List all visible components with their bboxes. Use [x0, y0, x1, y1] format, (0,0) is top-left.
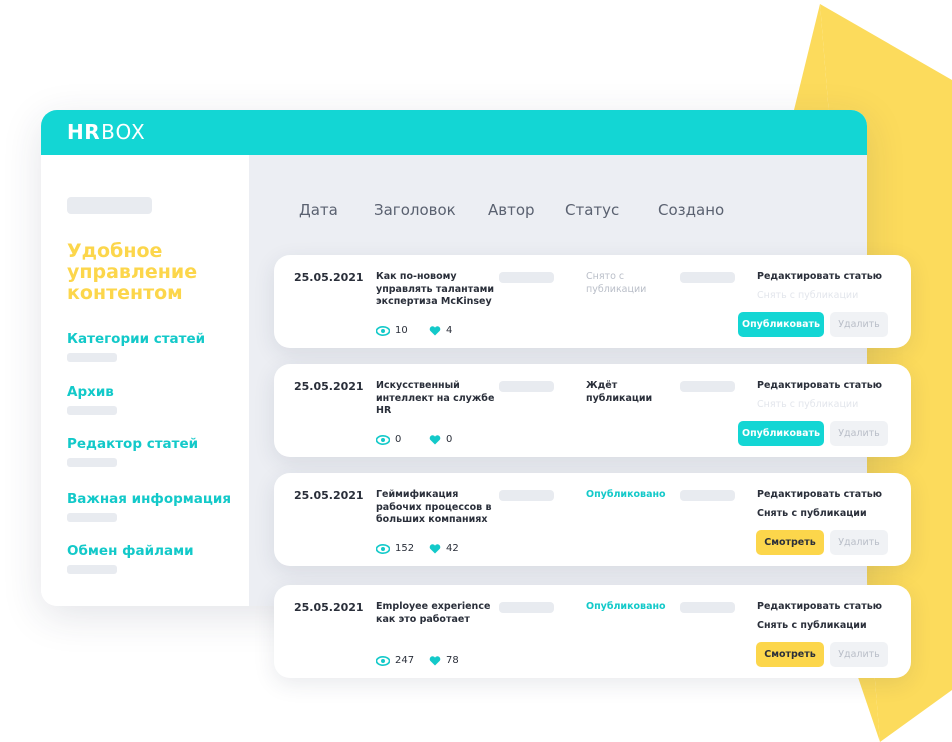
delete-button[interactable]: Удалить — [830, 312, 888, 337]
unpublish-link: Снять с публикации — [757, 290, 859, 301]
top-bar: HR BOX — [41, 110, 867, 155]
row-status: Опубликовано — [586, 489, 666, 500]
table-row: 25.05.2021 Как по-новому управлять талан… — [274, 255, 911, 348]
sidebar-item-categories[interactable]: Категории статей — [67, 331, 205, 347]
sidebar-item-placeholder — [67, 406, 117, 415]
unpublish-link[interactable]: Снять с публикации — [757, 620, 867, 631]
row-status: Ждёт публикации — [586, 380, 653, 404]
row-title[interactable]: Как по-новому управлять талантами экспер… — [376, 271, 501, 309]
delete-button[interactable]: Удалить — [830, 421, 888, 446]
likes-count: 42 — [446, 543, 459, 554]
edit-article-link[interactable]: Редактировать статью — [757, 271, 882, 282]
author-placeholder — [499, 381, 554, 392]
likes-count: 0 — [446, 434, 453, 445]
views-count: 247 — [395, 655, 415, 666]
heart-icon — [429, 655, 441, 665]
row-title[interactable]: Employee experience как это работает — [376, 601, 501, 626]
author-placeholder — [499, 602, 554, 613]
column-header-created[interactable]: Создано — [658, 201, 724, 219]
heart-icon — [429, 543, 441, 553]
views-count: 10 — [395, 325, 408, 336]
delete-button[interactable]: Удалить — [830, 530, 888, 555]
sidebar-item-important-info[interactable]: Важная информация — [67, 491, 231, 507]
edit-article-link[interactable]: Редактировать статью — [757, 489, 882, 500]
row-title[interactable]: Геймификация рабочих процессов в больших… — [376, 489, 501, 527]
created-placeholder — [680, 490, 735, 501]
views-stat: 247 — [376, 655, 414, 666]
eye-icon — [376, 325, 390, 336]
logo-box-text: BOX — [101, 120, 146, 144]
column-header-author[interactable]: Автор — [488, 201, 535, 219]
edit-article-link[interactable]: Редактировать статью — [757, 601, 882, 612]
logo-hr-text: HR — [67, 120, 101, 144]
likes-stat: 78 — [429, 655, 459, 666]
eye-icon — [376, 434, 390, 445]
sidebar-item-placeholder — [67, 513, 117, 522]
row-status: Снято с публикации — [586, 271, 647, 295]
created-placeholder — [680, 381, 735, 392]
sidebar-item-placeholder — [67, 565, 117, 574]
eye-icon — [376, 543, 390, 554]
publish-button[interactable]: Опубликовать — [738, 312, 824, 337]
sidebar-item-file-exchange[interactable]: Обмен файлами — [67, 543, 194, 559]
edit-article-link[interactable]: Редактировать статью — [757, 380, 882, 391]
sidebar-item-archive[interactable]: Архив — [67, 384, 114, 400]
row-date: 25.05.2021 — [294, 489, 364, 502]
author-placeholder — [499, 490, 554, 501]
unpublish-link: Снять с публикации — [757, 399, 859, 410]
table-row: 25.05.2021 Employee experience как это р… — [274, 585, 911, 678]
views-stat: 0 — [376, 434, 401, 445]
row-date: 25.05.2021 — [294, 380, 364, 393]
sidebar-title: Удобное управление контентом — [67, 240, 198, 304]
likes-stat: 42 — [429, 543, 459, 554]
table-row: 25.05.2021 Геймификация рабочих процессо… — [274, 473, 911, 566]
likes-count: 4 — [446, 325, 453, 336]
column-header-date[interactable]: Дата — [299, 201, 338, 219]
row-date: 25.05.2021 — [294, 271, 364, 284]
created-placeholder — [680, 602, 735, 613]
sidebar: Удобное управление контентом Категории с… — [41, 155, 249, 606]
author-placeholder — [499, 272, 554, 283]
sidebar-item-placeholder — [67, 353, 117, 362]
row-date: 25.05.2021 — [294, 601, 364, 614]
unpublish-link[interactable]: Снять с публикации — [757, 508, 867, 519]
view-button[interactable]: Смотреть — [756, 642, 824, 667]
logo[interactable]: HR BOX — [67, 120, 146, 144]
likes-stat: 4 — [429, 325, 452, 336]
column-header-title[interactable]: Заголовок — [374, 201, 456, 219]
heart-icon — [429, 434, 441, 444]
views-count: 152 — [395, 543, 415, 554]
table-row: 25.05.2021 Искусственный интеллект на сл… — [274, 364, 911, 457]
delete-button[interactable]: Удалить — [830, 642, 888, 667]
eye-icon — [376, 655, 390, 666]
likes-count: 78 — [446, 655, 459, 666]
row-title[interactable]: Искусственный интеллект на службе HR — [376, 380, 501, 418]
row-status: Опубликовано — [586, 601, 666, 612]
likes-stat: 0 — [429, 434, 452, 445]
column-header-status[interactable]: Статус — [565, 201, 619, 219]
view-button[interactable]: Смотреть — [756, 530, 824, 555]
views-count: 0 — [395, 434, 402, 445]
sidebar-item-editor[interactable]: Редактор статей — [67, 436, 198, 452]
views-stat: 152 — [376, 543, 414, 554]
sidebar-item-placeholder — [67, 458, 117, 467]
views-stat: 10 — [376, 325, 408, 336]
sidebar-placeholder — [67, 197, 152, 214]
publish-button[interactable]: Опубликовать — [738, 421, 824, 446]
heart-icon — [429, 325, 441, 335]
created-placeholder — [680, 272, 735, 283]
